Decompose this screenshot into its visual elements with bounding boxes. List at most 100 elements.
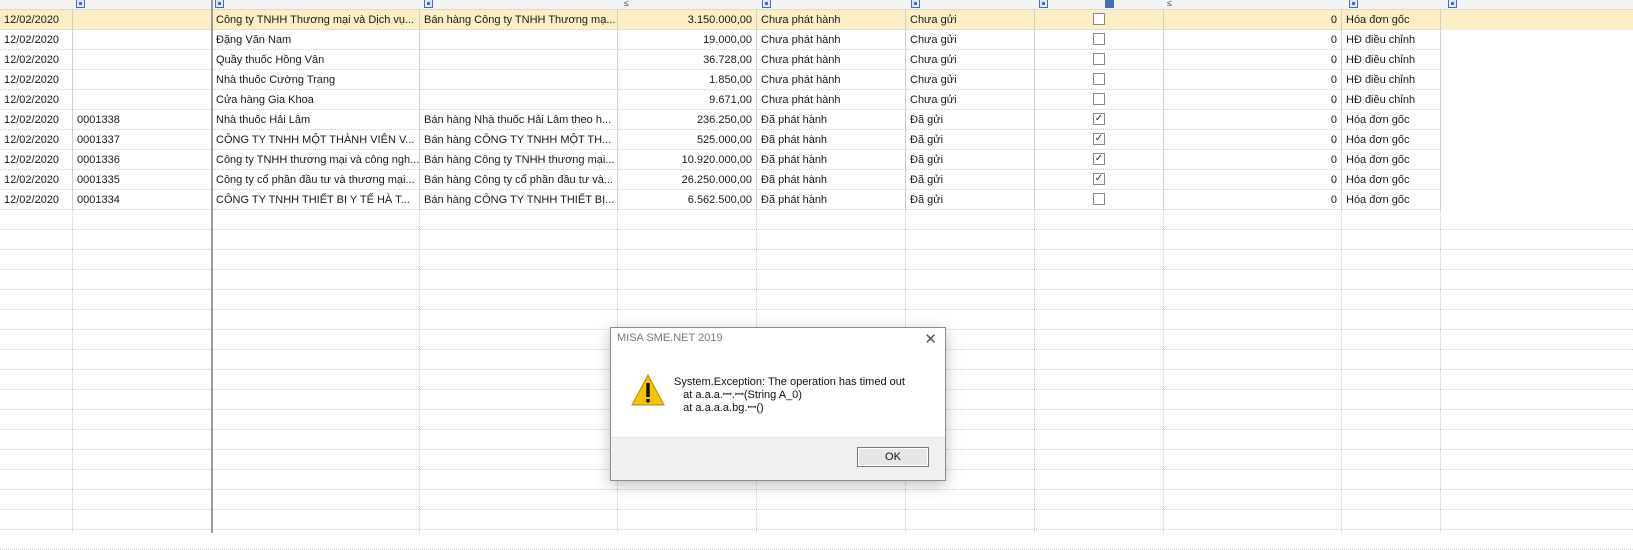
filter-icon[interactable] — [424, 0, 433, 8]
grid-row-line — [0, 509, 1633, 510]
filter-operator-icon[interactable]: ≤ — [624, 0, 629, 8]
checkbox[interactable] — [1093, 193, 1105, 206]
cell-description: Bán hàng Công ty cổ phần đầu tư và... — [420, 170, 618, 190]
cell-date: 12/02/2020 — [0, 50, 73, 70]
cell-checkbox[interactable] — [1035, 10, 1164, 30]
cell-amount: 3.150.000,00 — [618, 10, 757, 30]
checkbox[interactable] — [1093, 13, 1105, 26]
cell-invoice-number — [73, 10, 212, 30]
cell-invoice-number: 0001336 — [73, 150, 212, 170]
cell-invoice-number: 0001334 — [73, 190, 212, 210]
checkbox[interactable] — [1093, 33, 1105, 46]
cell-amount: 1.850,00 — [618, 70, 757, 90]
cell-checkbox[interactable] — [1035, 30, 1164, 50]
dialog-message-line: at a.a.a.a.bg.ꟷ() — [674, 402, 764, 414]
cell-checkbox[interactable] — [1035, 50, 1164, 70]
cell-send-status: Đã gửi — [906, 130, 1035, 150]
dialog-body: System.Exception: The operation has time… — [611, 356, 945, 430]
cell-date: 12/02/2020 — [0, 110, 73, 130]
filter-icon[interactable] — [1448, 0, 1457, 8]
cell-customer: Công ty TNHH thương mại và công ngh... — [212, 150, 420, 170]
checkbox[interactable]: ✓ — [1093, 133, 1105, 146]
cell-send-status: Đã gửi — [906, 190, 1035, 210]
table-row[interactable]: 12/02/2020 0001335 Công ty cổ phần đầu tư … — [0, 170, 1633, 190]
cell-checkbox[interactable] — [1035, 90, 1164, 110]
filter-icon[interactable] — [911, 0, 920, 8]
table-row[interactable]: 12/02/2020 0001337 CÔNG TY TNHH MỘT THÀNH … — [0, 130, 1633, 150]
table-row[interactable]: 12/02/2020 Cửa hàng Gia Khoa 9.671,00 Chưa … — [0, 90, 1633, 110]
cell-checkbox[interactable] — [1035, 190, 1164, 210]
grid-row-line — [0, 309, 1633, 310]
table-row[interactable]: 12/02/2020 0001334 CÔNG TY TNHH THIẾT BỊ Y… — [0, 190, 1633, 210]
dialog-title: MISA SME.NET 2019 — [617, 332, 723, 344]
cell-count: 0 — [1164, 30, 1342, 50]
grid-column-line — [72, 9, 73, 533]
cell-amount: 19.000,00 — [618, 30, 757, 50]
cell-invoice-type: HĐ điều chỉnh — [1342, 30, 1441, 50]
cell-amount: 36.728,00 — [618, 50, 757, 70]
cell-customer: Công ty TNHH Thương mại và Dịch vụ... — [212, 10, 420, 30]
ok-button[interactable]: OK — [857, 447, 929, 467]
grid-column-line — [1440, 9, 1441, 533]
cell-date: 12/02/2020 — [0, 90, 73, 110]
cell-date: 12/02/2020 — [0, 70, 73, 90]
table-row[interactable]: 12/02/2020 Nhà thuốc Cường Trang 1.850,00 C… — [0, 70, 1633, 90]
filter-icon[interactable] — [1039, 0, 1048, 8]
grid-column-line — [1034, 9, 1035, 533]
warning-icon — [631, 374, 665, 406]
cell-issue-status: Đã phát hành — [757, 190, 906, 210]
cell-date: 12/02/2020 — [0, 30, 73, 50]
cell-count: 0 — [1164, 130, 1342, 150]
filter-icon[interactable] — [76, 0, 85, 8]
cell-description — [420, 70, 618, 90]
filter-operator-icon[interactable]: ≤ — [1167, 0, 1172, 8]
cell-checkbox[interactable]: ✓ — [1035, 110, 1164, 130]
filter-icon[interactable] — [215, 0, 224, 8]
cell-count: 0 — [1164, 110, 1342, 130]
cell-description: Bán hàng Công ty TNHH Thương mạ... — [420, 10, 618, 30]
cell-description — [420, 90, 618, 110]
checkbox[interactable]: ✓ — [1093, 173, 1105, 186]
cell-count: 0 — [1164, 150, 1342, 170]
table-row[interactable]: 12/02/2020 Công ty TNHH Thương mại và Dịc… — [0, 10, 1633, 30]
cell-checkbox[interactable] — [1035, 70, 1164, 90]
checkbox[interactable]: ✓ — [1093, 153, 1105, 166]
table-row[interactable]: 12/02/2020 Đặng Văn Nam 19.000,00 Chưa phát… — [0, 30, 1633, 50]
table-row[interactable]: 12/02/2020 0001336 Công ty TNHH thương mại… — [0, 150, 1633, 170]
checkbox[interactable] — [1093, 93, 1105, 106]
cell-issue-status: Đã phát hành — [757, 170, 906, 190]
grid-column-line — [1341, 9, 1342, 533]
grid-column-line — [1163, 9, 1164, 533]
checkbox[interactable] — [1093, 73, 1105, 86]
cell-send-status: Chưa gửi — [906, 90, 1035, 110]
cell-count: 0 — [1164, 170, 1342, 190]
cell-date: 12/02/2020 — [0, 130, 73, 150]
cell-issue-status: Chưa phát hành — [757, 90, 906, 110]
cell-invoice-type: Hóa đơn gốc — [1342, 110, 1441, 130]
cell-invoice-type: HĐ điều chỉnh — [1342, 90, 1441, 110]
close-icon[interactable]: ✕ — [924, 330, 937, 348]
cell-issue-status: Chưa phát hành — [757, 30, 906, 50]
filter-icon[interactable] — [1349, 0, 1358, 8]
cell-checkbox[interactable]: ✓ — [1035, 150, 1164, 170]
cell-description: Bán hàng Nhà thuốc Hải Lâm theo h... — [420, 110, 618, 130]
cell-description — [420, 30, 618, 50]
cell-invoice-number — [73, 50, 212, 70]
table-row[interactable]: 12/02/2020 0001338 Nhà thuốc Hải Lâm Bán hà… — [0, 110, 1633, 130]
cell-send-status: Chưa gửi — [906, 10, 1035, 30]
cell-checkbox[interactable]: ✓ — [1035, 170, 1164, 190]
grid-column-line — [419, 9, 420, 533]
dialog-footer: OK — [611, 437, 945, 480]
filter-icon[interactable] — [1105, 0, 1114, 8]
checkbox[interactable] — [1093, 53, 1105, 66]
dialog-message: System.Exception: The operation has time… — [674, 376, 905, 415]
cell-checkbox[interactable]: ✓ — [1035, 130, 1164, 150]
cell-invoice-type: HĐ điều chỉnh — [1342, 50, 1441, 70]
checkbox[interactable]: ✓ — [1093, 113, 1105, 126]
table-row[interactable]: 12/02/2020 Quầy thuốc Hồng Vân 36.728,00 Ch… — [0, 50, 1633, 70]
frozen-column-divider[interactable] — [211, 0, 213, 533]
error-dialog: MISA SME.NET 2019 ✕ System.Exception: Th… — [610, 327, 946, 481]
filter-icon[interactable] — [762, 0, 771, 8]
cell-invoice-type: Hóa đơn gốc — [1342, 10, 1441, 30]
grid-row-line — [0, 229, 1633, 230]
